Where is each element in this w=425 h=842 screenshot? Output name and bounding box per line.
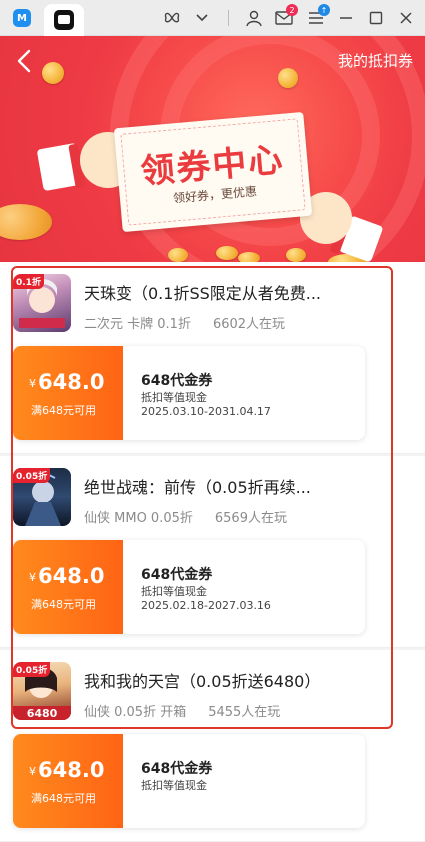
game-tags: 仙侠 MMO 0.05折 [84,511,193,526]
game-icon: 0.1折 [13,274,71,332]
minimize-icon[interactable] [336,8,356,28]
coupon-amount-panel: ¥648.0 满648元可用 [13,346,128,440]
game-players: 5455人在玩 [208,705,281,720]
game-app-icon [54,10,74,30]
memu-icon[interactable]: M [8,6,36,30]
coupon-condition: 满648元可用 [31,404,96,417]
coupon-title: 648代金券 [141,567,213,583]
coupon-card[interactable]: ¥648.0 满648元可用 648代金券 抵扣等值现金 [13,734,365,828]
coupon-row: ¥648.0 满648元可用 648代金券 抵扣等值现金 2025.03.10-… [0,338,425,454]
coupon-validity: 2025.03.10-2031.04.17 [141,405,271,418]
svg-text:6480: 6480 [27,707,58,720]
chevron-down-icon[interactable] [192,8,212,28]
coin-icon [286,248,306,262]
coupon-validity: 2025.02.18-2027.03.16 [141,599,271,612]
back-button[interactable] [12,48,38,74]
butterfly-icon[interactable] [162,8,182,28]
coupon-amount-panel: ¥648.0 满648元可用 [13,540,128,634]
game-name: 绝世战魂：前传（0.05折再续... [84,478,311,497]
window-titlebar: M 2 ↑ [0,0,425,36]
game-icon: 0.05折 [13,468,71,526]
coupon-amount: 648.0 [38,564,105,588]
game-item[interactable]: 0.05折 绝世战魂：前传（0.05折再续... 仙侠 MMO 0.05折 656… [0,456,425,532]
coupon-center-banner: 领券中心 领好券，更优惠 我的抵扣券 [0,36,425,262]
titlebar-divider [228,10,229,26]
coupon-condition: 满648元可用 [31,598,96,611]
coupon-list: 0.1折 天珠变（0.1折SS限定从者免费... 二次元 卡牌 0.1折 6602… [0,262,425,842]
game-item[interactable]: 0.1折 天珠变（0.1折SS限定从者免费... 二次元 卡牌 0.1折 6602… [0,262,425,338]
game-name: 天珠变（0.1折SS限定从者免费... [84,284,322,303]
menu-icon[interactable]: ↑ [306,4,330,28]
tab-game[interactable] [44,4,84,36]
coupon-desc: 抵扣等值现金 [141,585,207,598]
coupon-title: 648代金券 [141,373,213,389]
coupon-condition: 满648元可用 [31,792,96,805]
coin-icon [278,68,298,88]
game-item[interactable]: 6480 0.05折 我和我的天宫（0.05折送6480） 仙侠 0.05折 开… [0,650,425,726]
maximize-icon[interactable] [366,8,386,28]
game-name: 我和我的天宫（0.05折送6480） [84,672,321,691]
coin-icon [168,248,188,262]
discount-tag: 0.1折 [13,274,44,289]
mail-icon[interactable]: 2 [274,4,298,28]
game-icon: 6480 0.05折 [13,662,71,720]
coupon-row: ¥648.0 满648元可用 648代金券 抵扣等值现金 2025.02.18-… [0,532,425,648]
my-coupons-link[interactable]: 我的抵扣券 [338,50,413,71]
game-tags: 二次元 卡牌 0.1折 [84,317,191,332]
discount-tag: 0.05折 [13,468,51,483]
coupon-desc: 抵扣等值现金 [141,391,207,404]
chevron-left-icon [17,49,31,73]
coupon-amount: 648.0 [38,758,105,782]
coupon-title: 648代金券 [141,761,213,777]
banner-ticket: 领券中心 领好券，更优惠 [113,111,313,233]
mail-badge: 2 [286,4,298,16]
game-meta: 仙侠 0.05折 开箱 5455人在玩 [84,701,280,720]
coin-icon [42,62,64,84]
coupon-currency: ¥ [29,765,36,778]
close-icon[interactable] [396,8,416,28]
coupon-card[interactable]: ¥648.0 满648元可用 648代金券 抵扣等值现金 2025.03.10-… [13,346,365,440]
discount-tag: 0.05折 [13,662,51,677]
game-players: 6602人在玩 [212,317,286,332]
coupon-amount: 648.0 [38,370,105,394]
game-meta: 仙侠 MMO 0.05折 6569人在玩 [84,507,287,526]
game-tags: 仙侠 0.05折 开箱 [84,705,187,720]
coupon-currency: ¥ [29,571,36,584]
coupon-amount-panel: ¥648.0 满648元可用 [13,734,128,828]
user-icon[interactable] [244,8,264,28]
game-meta: 二次元 卡牌 0.1折 6602人在玩 [84,313,285,332]
update-badge: ↑ [318,4,330,16]
coupon-card[interactable]: ¥648.0 满648元可用 648代金券 抵扣等值现金 2025.02.18-… [13,540,365,634]
game-players: 6569人在玩 [214,511,287,526]
coin-icon [0,204,52,240]
coupon-currency: ¥ [29,377,36,390]
coin-icon [216,246,238,260]
coupon-row: ¥648.0 满648元可用 648代金券 抵扣等值现金 [0,726,425,842]
coin-icon [238,252,260,262]
